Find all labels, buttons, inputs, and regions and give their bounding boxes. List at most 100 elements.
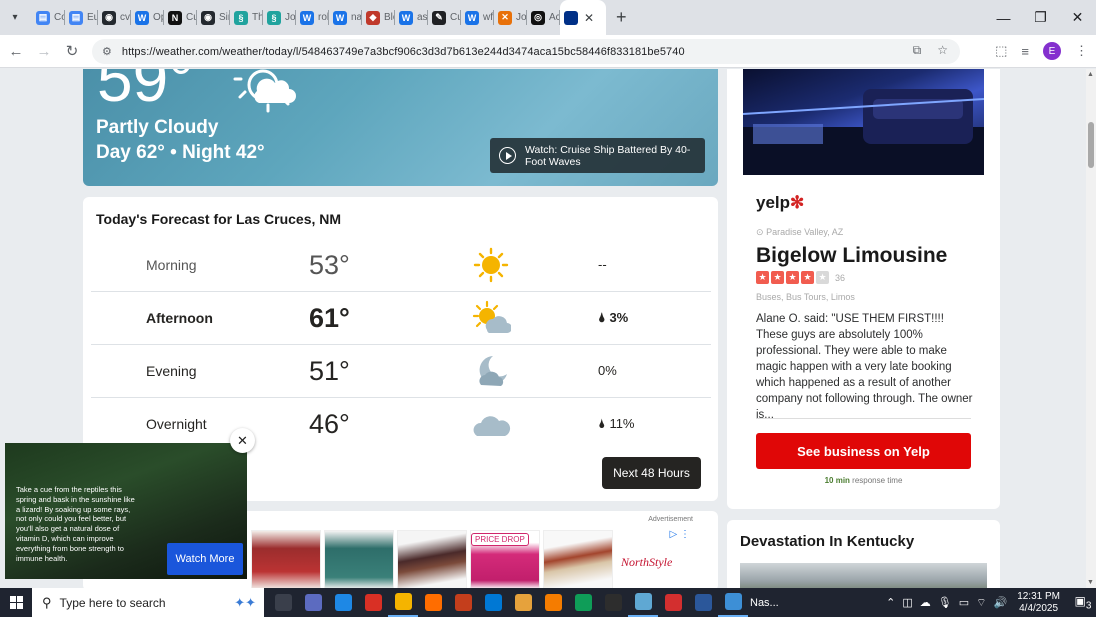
taskbar-app-icon[interactable] [418,588,448,617]
ad-product-sneakers[interactable] [543,530,613,588]
taskbar-app-icon[interactable] [388,588,418,617]
scroll-down-arrow-icon[interactable]: ▼ [1087,579,1094,586]
taskbar-app-icon[interactable] [508,588,538,617]
period-label: Afternoon [146,310,213,326]
floating-video-ad[interactable]: Take a cue from the reptiles this spring… [5,443,247,579]
browser-tab[interactable]: W Op [131,0,164,35]
notification-count: 3 [1085,600,1092,612]
forecast-row-evening[interactable]: Evening 51° 0% [91,345,711,398]
taskbar-app-icon[interactable] [478,588,508,617]
taskbar-app-icon[interactable] [358,588,388,617]
cloud-icon[interactable]: ☁ [920,596,931,610]
new-tab-button[interactable]: + [616,7,627,28]
close-tab-icon[interactable]: ✕ [584,11,594,25]
response-time-label: response time [852,476,903,485]
news-thumbnail[interactable] [740,563,987,588]
taskbar-app-icon[interactable] [718,588,748,617]
taskbar-app-icon[interactable] [688,588,718,617]
windows-logo-icon [9,596,23,609]
taskbar-app-icon[interactable] [328,588,358,617]
see-business-on-yelp-button[interactable]: See business on Yelp [756,433,971,469]
browser-tab[interactable]: Wass [395,0,428,35]
close-video-ad-button[interactable]: ✕ [230,428,255,453]
speaker-icon[interactable]: 🔊 [993,596,1007,610]
taskbar-app-icon[interactable] [598,588,628,617]
star-icon: ★ [816,271,829,284]
close-window-button[interactable]: ✕ [1059,0,1096,35]
browser-tab[interactable]: ▤ Eug [65,0,98,35]
show-hidden-icons-icon[interactable]: ⌃ [886,596,895,610]
browser-tab[interactable]: N Cus [164,0,197,35]
ad-product-shoes[interactable] [397,530,467,588]
browser-tab[interactable]: ✕ Job [494,0,527,35]
taskbar-app-icon[interactable] [538,588,568,617]
business-name[interactable]: Bigelow Limousine [756,244,947,268]
news-title[interactable]: Devastation In Kentucky [740,533,914,550]
forward-button[interactable]: → [30,43,58,60]
menu-kebab-icon[interactable]: ⋮ [1075,43,1088,59]
taskbar-app-icon[interactable] [568,588,598,617]
page-scrollbar[interactable]: ▲ ▼ [1086,69,1096,588]
url-text[interactable]: https://weather.com/weather/today/l/5484… [122,46,685,58]
ad-product-dress[interactable] [324,530,394,588]
browser-tab[interactable]: ◎ Act [527,0,560,35]
back-button[interactable]: ← [2,43,30,60]
tab-favicon-icon: § [234,10,248,25]
bookmark-star-icon[interactable]: ☆ [937,43,948,58]
taskbar-stock-label[interactable]: Nas... [750,597,779,609]
site-info-icon[interactable]: ⚙ [102,45,112,58]
yelp-ad-card[interactable]: yelp✻ ⊙ Paradise Valley, AZ Bigelow Limo… [727,69,1000,509]
tab-favicon-icon: W [333,10,347,25]
tab-title: Blo [384,12,395,23]
battery-icon[interactable]: ▭ [959,596,969,610]
taskbar-app-icon[interactable] [298,588,328,617]
adchoices-icon[interactable]: ▷ ⋮ [670,529,690,540]
reading-list-icon[interactable]: ≡ [1021,44,1029,59]
video-teaser[interactable]: Watch: Cruise Ship Battered By 40-Foot W… [490,138,705,173]
maximize-button[interactable]: ❐ [1022,0,1059,35]
northstyle-logo[interactable]: NorthStyle [621,555,672,570]
start-button[interactable] [0,596,32,609]
network-icon[interactable]: ◫ [902,596,912,610]
reload-button[interactable]: ↻ [58,42,86,60]
browser-tab[interactable]: ▤ Cov [32,0,65,35]
taskbar-app-icon[interactable] [658,588,688,617]
browser-tab[interactable]: Wwf [461,0,494,35]
extensions-icon[interactable]: ⬚ [995,43,1007,59]
next-48-hours-button[interactable]: Next 48 Hours [602,457,701,489]
address-bar[interactable]: ⚙ https://weather.com/weather/today/l/54… [92,39,960,64]
review-snippet: Alane O. said: "USE THEM FIRST!!!! These… [756,313,973,421]
notification-center-icon[interactable]: ▣3 [1070,594,1096,611]
browser-tab[interactable]: Wnat [329,0,362,35]
taskbar-clock[interactable]: 12:31 PM 4/4/2025 [1017,591,1060,615]
toolbar-right: ⬚ ≡ E ⋮ [995,42,1088,60]
taskbar-app-icon[interactable] [268,588,298,617]
period-temperature: 46° [309,409,350,439]
browser-tab[interactable]: § Job [263,0,296,35]
microphone-icon[interactable]: 🎙 [938,596,952,610]
browser-tab[interactable]: § Tha [230,0,263,35]
browser-tab[interactable]: ◉ Sin [197,0,230,35]
watch-more-button[interactable]: Watch More [167,543,243,575]
forecast-row-afternoon[interactable]: Afternoon 61° 🌢 3% [91,292,711,345]
browser-tab[interactable]: ◉ cvn [98,0,131,35]
taskbar-app-icon[interactable] [448,588,478,617]
browser-tab[interactable]: Wrob [296,0,329,35]
taskbar-search[interactable]: ⚲ Type here to search ✦✦ [32,588,264,617]
limousine-interior-image[interactable] [743,69,984,175]
news-card[interactable]: Devastation In Kentucky [727,520,1000,588]
install-app-icon[interactable]: ⧉ [913,43,922,58]
forecast-row-morning[interactable]: Morning 53° -- [91,239,711,292]
scrollbar-thumb[interactable] [1088,122,1094,168]
profile-avatar[interactable]: E [1043,42,1061,60]
wifi-icon[interactable]: ⌔ [976,596,986,610]
ad-product-jacket[interactable] [251,530,321,588]
scroll-up-arrow-icon[interactable]: ▲ [1087,71,1094,78]
tab-search-button[interactable]: ▾ [4,7,26,29]
business-categories: Buses, Bus Tours, Limos [756,292,855,302]
minimize-button[interactable]: — [985,0,1022,35]
browser-tab[interactable]: ✎ Cur [428,0,461,35]
browser-tab[interactable]: ◆ Blo [362,0,395,35]
tab-active[interactable]: ✕ [560,0,606,35]
taskbar-app-icon[interactable] [628,588,658,617]
